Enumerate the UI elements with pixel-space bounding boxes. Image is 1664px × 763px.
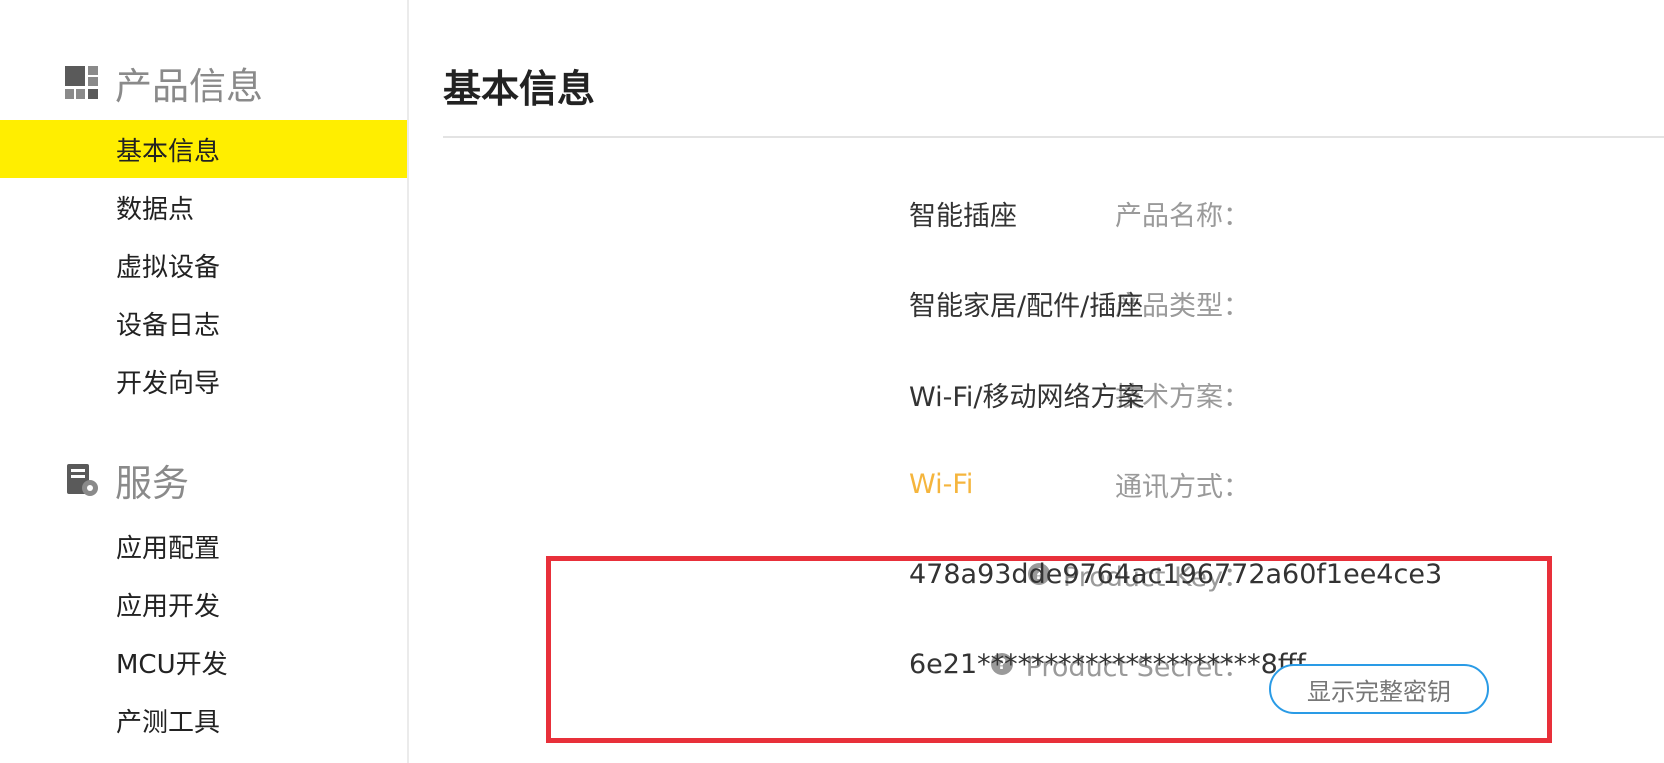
sidebar-item-data-points[interactable]: 数据点 — [0, 178, 407, 236]
field-product-name: 产品名称： 智能插座 — [409, 191, 1664, 235]
page-title: 基本信息 — [443, 67, 596, 111]
field-label: 产品名称： — [1115, 200, 1250, 232]
sidebar-group-services: 服务 — [64, 455, 189, 505]
field-value: Wi-Fi/移动网络方案 — [909, 381, 1145, 413]
sidebar-item-virtual-device[interactable]: 虚拟设备 — [0, 236, 407, 294]
sidebar-item-mcu-dev[interactable]: MCU开发 — [0, 633, 407, 691]
field-communication: 通讯方式： Wi-Fi — [409, 462, 1664, 506]
field-value: 智能插座 — [909, 200, 1017, 232]
product-key-value: 478a93dde9764ac196772a60f1ee4ce3 — [909, 558, 1443, 590]
sidebar-item-app-dev[interactable]: 应用开发 — [0, 575, 407, 633]
sidebar-item-test-tools[interactable]: 产测工具 — [0, 691, 407, 749]
sidebar-group-product-info: 产品信息 — [64, 58, 263, 108]
sidebar-item-dev-guide[interactable]: 开发向导 — [0, 352, 407, 410]
title-divider — [443, 136, 1664, 138]
sidebar-item-device-log[interactable]: 设备日志 — [0, 294, 407, 352]
sidebar-item-basic-info[interactable]: 基本信息 — [0, 120, 407, 178]
field-product-key: ? Product Key： 478a93dde9764ac196772a60f… — [409, 552, 1664, 596]
field-value: 智能家居/配件/插座 — [909, 290, 1144, 322]
field-value: Wi-Fi — [909, 468, 974, 500]
sidebar-group-title: 服务 — [115, 462, 189, 505]
sidebar: 产品信息 基本信息 数据点 虚拟设备 设备日志 开发向导 服务 应用配置 应用开… — [0, 0, 409, 763]
grid-icon — [64, 65, 100, 101]
field-tech-solution: 技术方案： Wi-Fi/移动网络方案 — [409, 372, 1664, 416]
sidebar-group-title: 产品信息 — [115, 65, 263, 108]
show-full-secret-button[interactable]: 显示完整密钥 — [1269, 664, 1489, 714]
service-settings-icon — [64, 462, 100, 498]
field-product-type: 产品类型： 智能家居/配件/插座 — [409, 281, 1664, 325]
product-secret-value: 6e21*********************8fff — [909, 648, 1306, 680]
sidebar-item-app-config[interactable]: 应用配置 — [0, 517, 407, 575]
main-content: 基本信息 产品名称： 智能插座 产品类型： 智能家居/配件/插座 技术方案： W… — [409, 0, 1664, 763]
field-label: 通讯方式： — [1115, 471, 1250, 503]
